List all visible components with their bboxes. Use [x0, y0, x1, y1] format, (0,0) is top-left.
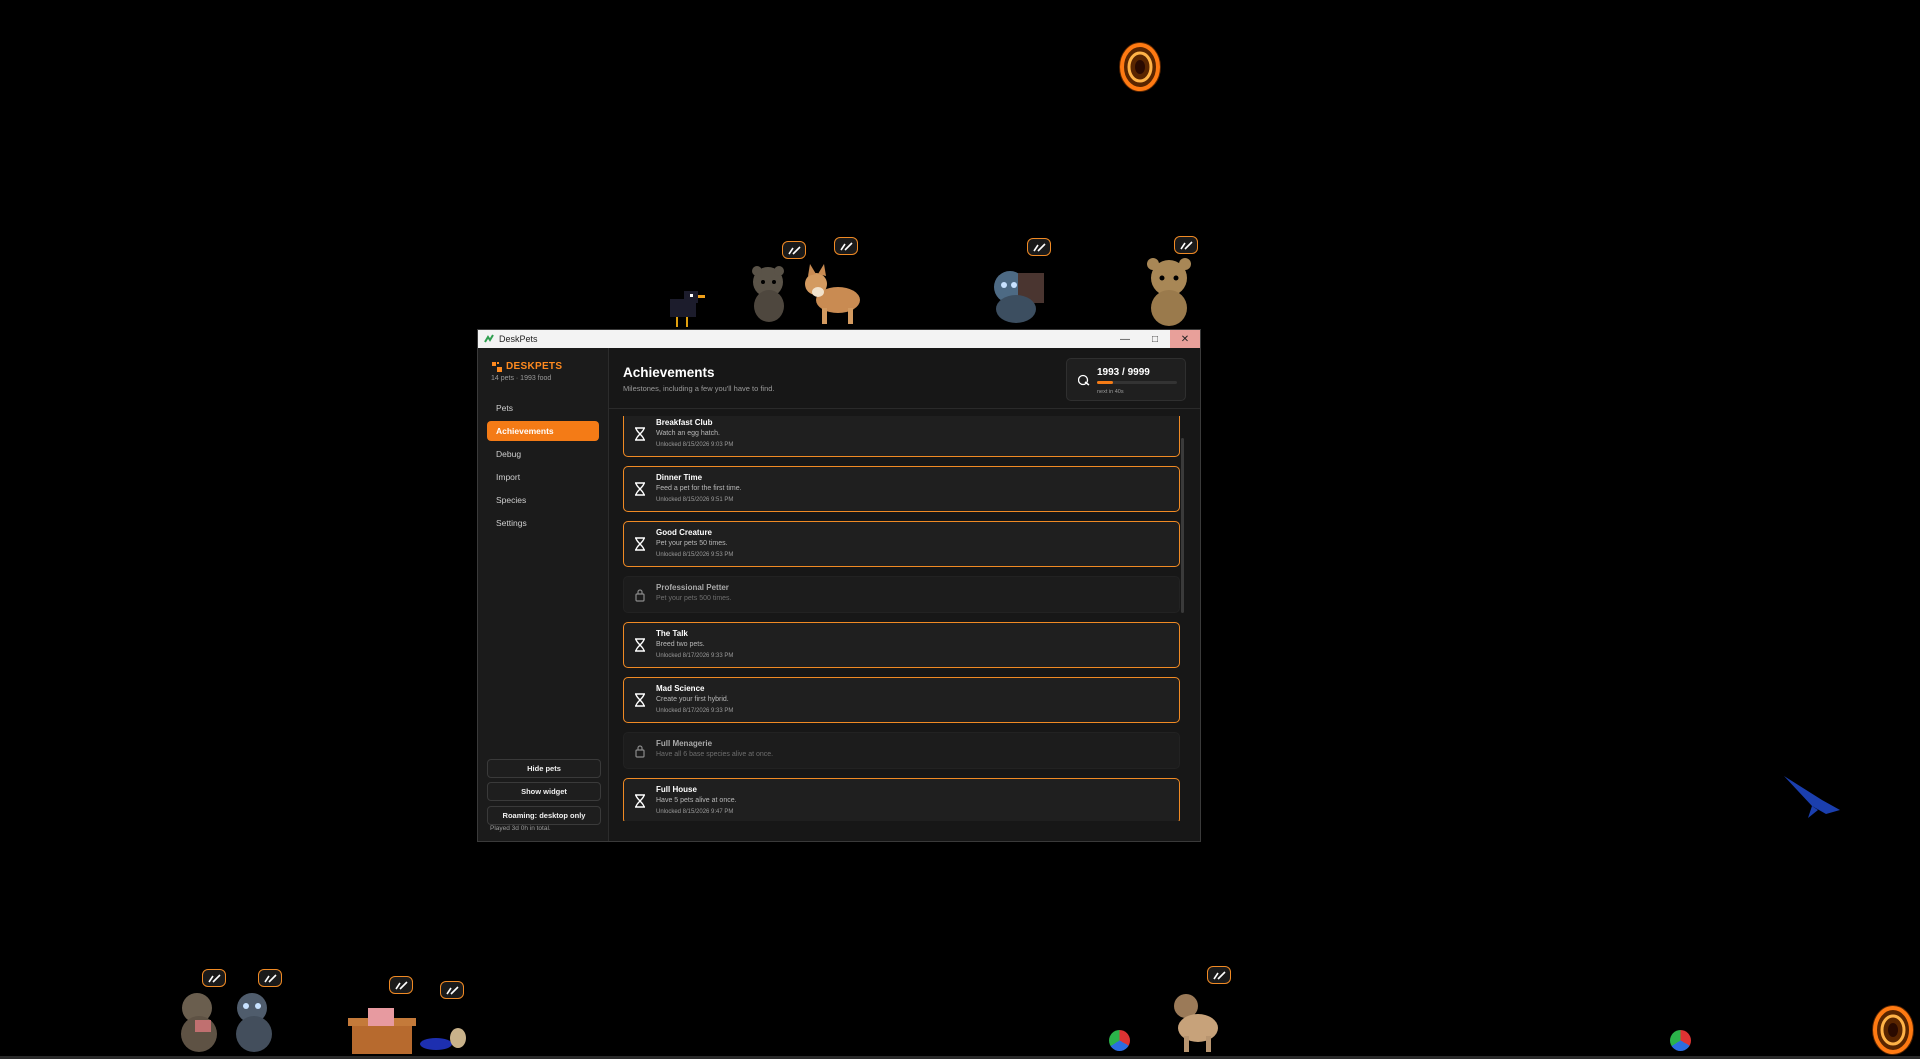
- portal-icon[interactable]: [1117, 40, 1163, 95]
- sidebar-item-debug[interactable]: Debug: [487, 444, 599, 464]
- achievement-name: The Talk: [656, 629, 688, 638]
- food-count: 1993 / 9999: [1097, 367, 1150, 378]
- achievement-desc: Have 5 pets alive at once.: [656, 797, 737, 804]
- sleeping-badge: [258, 969, 282, 987]
- hourglass-icon: [635, 693, 645, 707]
- achievement-name: Full Menagerie: [656, 739, 713, 748]
- achievement-desc: Have all 6 base species alive at once.: [656, 751, 774, 758]
- sidebar: DESKPETS 14 pets · 1993 food Pets Achiev…: [478, 348, 609, 841]
- zombie-bear-pet[interactable]: [228, 988, 280, 1054]
- sleeping-badge: [440, 981, 464, 999]
- roaming-button[interactable]: Roaming: desktop only: [487, 806, 601, 825]
- achievement-card: Good Creature Pet your pets 50 times. Unlo…: [623, 521, 1180, 567]
- sleeping-badge: [389, 976, 413, 994]
- ball-toy[interactable]: [1670, 1030, 1691, 1051]
- achievement-name: Dinner Time: [656, 473, 703, 482]
- scrollbar[interactable]: [1181, 438, 1184, 613]
- maximize-button[interactable]: □: [1140, 330, 1170, 348]
- shark-pet[interactable]: [1782, 770, 1844, 820]
- brand-subtitle: 14 pets · 1993 food: [491, 375, 552, 382]
- hourglass-icon: [635, 482, 645, 496]
- header-divider: [609, 408, 1200, 409]
- achievement-card: Mad Science Create your first hybrid. Unlo…: [623, 677, 1180, 723]
- achievement-unlocked-date: Unlocked 8/15/2026 9:03 PM: [656, 442, 734, 448]
- achievement-card: Breakfast Club Watch an egg hatch. Unlocke…: [623, 416, 1180, 457]
- sleeping-badge: [782, 241, 806, 259]
- achievement-unlocked-date: Unlocked 8/17/2026 9:33 PM: [656, 708, 734, 714]
- achievement-card: The Talk Breed two pets. Unlocked 8/17/202…: [623, 622, 1180, 668]
- portal-icon[interactable]: [1870, 1003, 1916, 1058]
- lock-icon: [635, 745, 645, 758]
- achievement-desc: Pet your pets 50 times.: [656, 540, 728, 547]
- bear-pet[interactable]: [748, 262, 790, 324]
- teddy-bear-pet[interactable]: [1143, 256, 1195, 328]
- achievement-desc: Pet your pets 500 times.: [656, 595, 732, 602]
- paw-icon: [492, 361, 502, 372]
- achievement-name: Mad Science: [656, 684, 705, 693]
- achievement-unlocked-date: Unlocked 8/17/2026 9:33 PM: [656, 653, 734, 659]
- achievements-list[interactable]: Breakfast Club Watch an egg hatch. Unlocke…: [623, 416, 1180, 821]
- title-bar[interactable]: DeskPets — □ ✕: [478, 330, 1200, 348]
- food-icon: [1078, 374, 1090, 386]
- achievement-card: Dinner Time Feed a pet for the first time…: [623, 466, 1180, 512]
- dog-pet[interactable]: [1168, 988, 1224, 1054]
- deskpets-window: DeskPets — □ ✕ DESKPETS 14 pets · 1993 f…: [477, 329, 1201, 842]
- close-button[interactable]: ✕: [1170, 330, 1200, 348]
- crow-pet[interactable]: [662, 287, 710, 329]
- sleeping-badge: [1174, 236, 1198, 254]
- box-pig-pet[interactable]: [348, 1008, 418, 1056]
- achievement-name: Professional Petter: [656, 583, 729, 592]
- achievement-name: Full House: [656, 785, 697, 794]
- app-icon: [484, 334, 494, 343]
- creature-pet[interactable]: [420, 1022, 470, 1056]
- hourglass-icon: [635, 427, 645, 441]
- hourglass-icon: [635, 638, 645, 652]
- sidebar-item-settings[interactable]: Settings: [487, 513, 599, 533]
- achievement-card: Professional Petter Pet your pets 500 tim…: [623, 576, 1180, 613]
- sidebar-item-species[interactable]: Species: [487, 490, 599, 510]
- brand-name: DESKPETS: [506, 361, 563, 372]
- hourglass-icon: [635, 794, 645, 808]
- achievement-unlocked-date: Unlocked 8/15/2026 9:47 PM: [656, 809, 734, 815]
- played-time: Played 3d 0h in total.: [490, 825, 551, 832]
- food-card: 1993 / 9999 next in 40s: [1066, 358, 1186, 401]
- page-title: Achievements: [623, 365, 715, 380]
- brand: DESKPETS: [492, 361, 562, 372]
- sleeping-badge: [202, 969, 226, 987]
- sidebar-nav: Pets Achievements Debug Import Species S…: [487, 398, 599, 536]
- sidebar-item-achievements[interactable]: Achievements: [487, 421, 599, 441]
- hide-pets-button[interactable]: Hide pets: [487, 759, 601, 778]
- achievement-name: Breakfast Club: [656, 418, 713, 427]
- food-progress-bar: [1097, 381, 1177, 384]
- show-widget-button[interactable]: Show widget: [487, 782, 601, 801]
- achievement-card: Full House Have 5 pets alive at once. Unlo…: [623, 778, 1180, 821]
- achievement-desc: Breed two pets.: [656, 641, 705, 648]
- main-content: Achievements Milestones, including a few…: [609, 348, 1200, 841]
- minimize-button[interactable]: —: [1110, 330, 1140, 348]
- sidebar-item-pets[interactable]: Pets: [487, 398, 599, 418]
- sleeping-badge: [1207, 966, 1231, 984]
- sleeping-badge: [1027, 238, 1051, 256]
- window-title: DeskPets: [499, 334, 538, 344]
- dog-pet[interactable]: [800, 262, 866, 328]
- achievement-unlocked-date: Unlocked 8/15/2026 9:53 PM: [656, 552, 734, 558]
- achievement-unlocked-date: Unlocked 8/15/2026 9:51 PM: [656, 497, 734, 503]
- achievement-card: Full Menagerie Have all 6 base species al…: [623, 732, 1180, 769]
- sleeping-badge: [834, 237, 858, 255]
- achievement-desc: Create your first hybrid.: [656, 696, 729, 703]
- hourglass-icon: [635, 537, 645, 551]
- ball-toy[interactable]: [1109, 1030, 1130, 1051]
- zombie-bear-pet[interactable]: [986, 263, 1054, 327]
- achievement-name: Good Creature: [656, 528, 713, 537]
- bear-pet[interactable]: [175, 988, 223, 1054]
- achievement-desc: Feed a pet for the first time.: [656, 485, 742, 492]
- achievement-desc: Watch an egg hatch.: [656, 430, 720, 437]
- page-subtitle: Milestones, including a few you'll have …: [623, 384, 775, 393]
- sidebar-item-import[interactable]: Import: [487, 467, 599, 487]
- food-next: next in 40s: [1097, 389, 1124, 395]
- lock-icon: [635, 589, 645, 602]
- food-progress-fill: [1097, 381, 1113, 384]
